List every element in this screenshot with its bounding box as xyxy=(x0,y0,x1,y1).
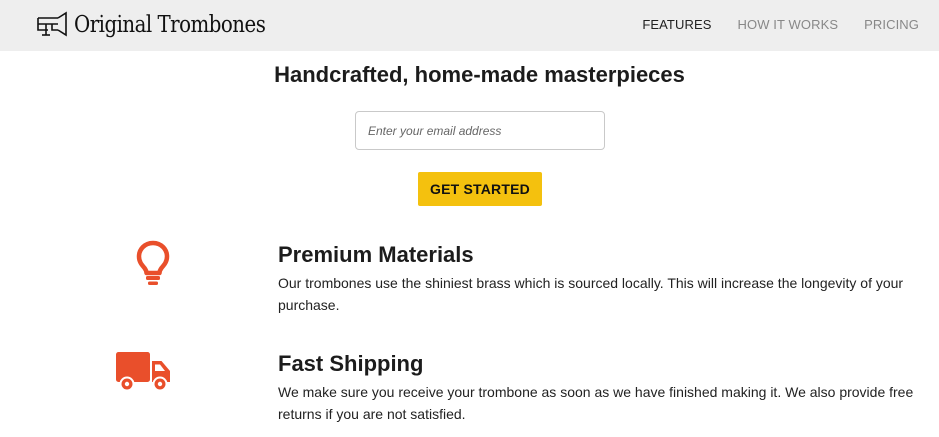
nav-link-features[interactable]: FEATURES xyxy=(642,17,711,32)
get-started-button[interactable]: GET STARTED xyxy=(418,172,542,206)
site-header: Original Trombones FEATURES HOW IT WORKS… xyxy=(0,0,939,51)
lightbulb-icon xyxy=(136,240,170,285)
main-nav: FEATURES HOW IT WORKS PRICING xyxy=(642,17,919,32)
nav-link-how-it-works[interactable]: HOW IT WORKS xyxy=(738,17,839,32)
feature-title-fast-shipping: Fast Shipping xyxy=(278,351,424,376)
hero-title: Handcrafted, home-made masterpieces xyxy=(274,62,685,87)
email-input[interactable] xyxy=(355,111,605,150)
feature-title-premium-materials: Premium Materials xyxy=(278,242,474,267)
feature-description-premium-materials: Our trombones use the shiniest brass whi… xyxy=(278,275,904,313)
logo-text: Original Trombones xyxy=(74,12,266,38)
logo-link[interactable]: Original Trombones xyxy=(36,9,296,41)
truck-icon xyxy=(116,352,170,392)
trombone-icon xyxy=(37,11,67,37)
feature-description-fast-shipping: We make sure you receive your trombone a… xyxy=(278,384,914,422)
nav-link-pricing[interactable]: PRICING xyxy=(864,17,919,32)
